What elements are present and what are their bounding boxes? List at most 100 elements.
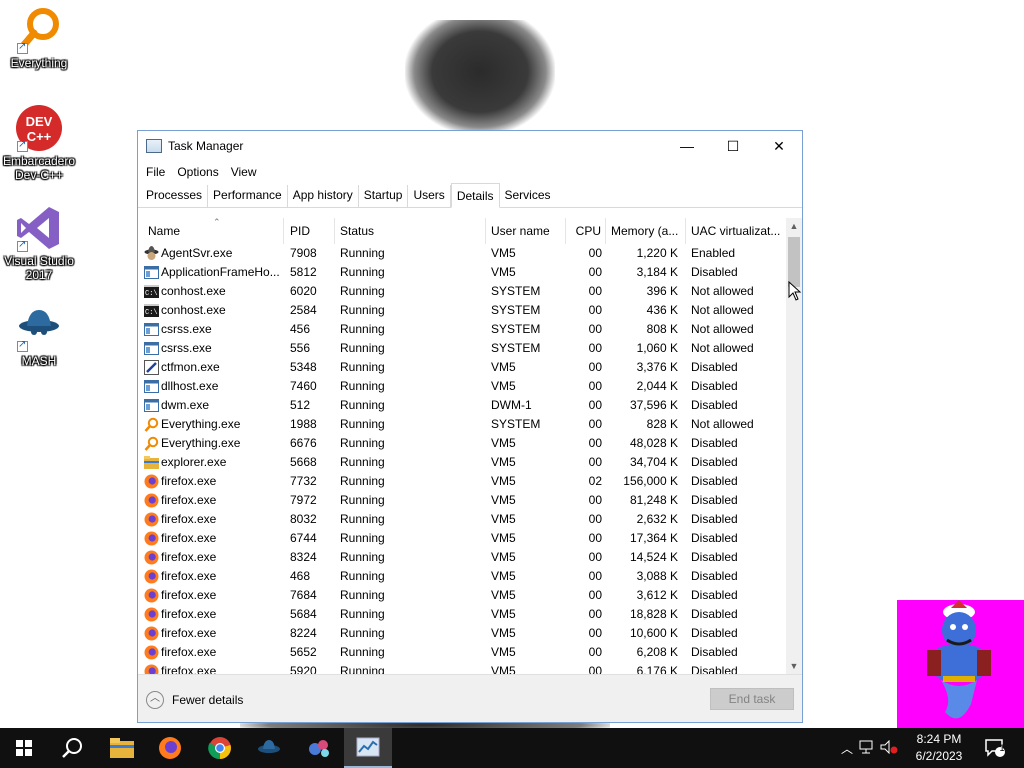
process-name: dwm.exe	[161, 398, 210, 412]
process-name: conhost.exe	[161, 303, 226, 317]
tab-app-history[interactable]: App history	[288, 185, 359, 207]
taskbar-task-manager[interactable]	[344, 728, 392, 768]
notification-center-button[interactable]: 1	[980, 728, 1010, 768]
process-row[interactable]: firefox.exe 8032 Running VM5 00 2,632 K Disabl…	[138, 510, 786, 529]
tab-users[interactable]: Users	[408, 185, 451, 207]
column-header-cpu[interactable]: CPU	[566, 218, 606, 244]
chrome-icon	[208, 737, 231, 760]
console-icon: C:\	[144, 284, 159, 299]
taskbar-devcpp[interactable]	[295, 728, 343, 768]
scroll-down-icon[interactable]: ▼	[786, 658, 802, 674]
process-row[interactable]: firefox.exe 468 Running VM5 00 3,088 K Disable…	[138, 567, 786, 586]
process-row[interactable]: firefox.exe 8224 Running VM5 00 10,600 K Disab…	[138, 624, 786, 643]
process-name: AgentSvr.exe	[161, 246, 233, 260]
desktop-icon-visual-studio[interactable]: Visual Studio 2017	[0, 204, 78, 282]
process-name: firefox.exe	[161, 645, 217, 659]
process-row[interactable]: C:\ conhost.exe 6020 Running SYSTEM 00 396 K No…	[138, 282, 786, 301]
process-row[interactable]: ApplicationFrameHo... 5812 Running VM5 00 3,1…	[138, 263, 786, 282]
firefox-icon	[144, 588, 159, 603]
process-status: Running	[340, 341, 385, 355]
close-button[interactable]: ✕	[756, 131, 802, 161]
process-row[interactable]: csrss.exe 556 Running SYSTEM 00 1,060 K Not al…	[138, 339, 786, 358]
process-cpu: 00	[588, 398, 602, 412]
tab-performance[interactable]: Performance	[208, 185, 288, 207]
process-user: VM5	[491, 512, 516, 526]
menu-view[interactable]: View	[225, 165, 263, 179]
svg-text:C++: C++	[27, 129, 52, 144]
process-user: VM5	[491, 455, 516, 469]
process-cpu: 00	[588, 455, 602, 469]
process-row[interactable]: firefox.exe 8324 Running VM5 00 14,524 K Disab…	[138, 548, 786, 567]
network-icon[interactable]	[856, 740, 878, 757]
column-header-memory[interactable]: Memory (a...	[606, 218, 686, 244]
taskbar-clock[interactable]: 8:24 PM 6/2/2023	[905, 731, 973, 765]
process-status: Running	[340, 417, 385, 431]
menu-options[interactable]: Options	[171, 165, 224, 179]
title-bar[interactable]: Task Manager — ☐ ✕	[138, 131, 802, 161]
desktop-icon-everything[interactable]: Everything	[0, 6, 78, 70]
process-row[interactable]: ctfmon.exe 5348 Running VM5 00 3,376 K Disable…	[138, 358, 786, 377]
desktop-icon-devcpp[interactable]: DEV C++ Embarcadero Dev-C++	[0, 104, 78, 182]
process-pid: 7732	[290, 474, 317, 488]
process-pid: 5348	[290, 360, 317, 374]
process-row[interactable]: dwm.exe 512 Running DWM-1 00 37,596 K Disabled	[138, 396, 786, 415]
tab-services[interactable]: Services	[500, 185, 556, 207]
process-mem: 828 K	[646, 417, 678, 431]
desktop-icon-mash[interactable]: MASH	[0, 304, 78, 368]
process-name: firefox.exe	[161, 664, 217, 674]
process-mem: 1,060 K	[636, 341, 678, 355]
taskbar-mash[interactable]	[245, 728, 293, 768]
window-app-icon	[144, 265, 159, 280]
volume-muted-icon[interactable]	[878, 739, 900, 757]
process-row[interactable]: firefox.exe 5920 Running VM5 00 6,176 K Disabl…	[138, 662, 786, 674]
process-row[interactable]: dllhost.exe 7460 Running VM5 00 2,044 K Disabl…	[138, 377, 786, 396]
process-row[interactable]: explorer.exe 5668 Running VM5 00 34,704 K Disa…	[138, 453, 786, 472]
process-user: VM5	[491, 550, 516, 564]
process-row[interactable]: AgentSvr.exe 7908 Running VM5 00 1,220 K Enabl…	[138, 244, 786, 263]
tab-startup[interactable]: Startup	[359, 185, 409, 207]
process-row[interactable]: csrss.exe 456 Running SYSTEM 00 808 K Not allo…	[138, 320, 786, 339]
menu-bar: File Options View	[138, 161, 802, 183]
taskbar-firefox[interactable]	[146, 728, 194, 768]
process-row[interactable]: firefox.exe 7732 Running VM5 02 156,000 K Disa…	[138, 472, 786, 491]
tab-details[interactable]: Details	[450, 183, 500, 208]
system-tray: ︿	[838, 728, 900, 768]
notification-count: 1	[999, 743, 1005, 753]
process-row[interactable]: firefox.exe 6744 Running VM5 00 17,364 K Disab…	[138, 529, 786, 548]
process-name: dllhost.exe	[161, 379, 219, 393]
mash-icon	[258, 740, 280, 753]
taskbar-chrome[interactable]	[196, 728, 244, 768]
maximize-button[interactable]: ☐	[710, 131, 756, 161]
end-task-button[interactable]: End task	[710, 688, 794, 710]
process-row[interactable]: Everything.exe 6676 Running VM5 00 48,028 K Di…	[138, 434, 786, 453]
process-row[interactable]: C:\ conhost.exe 2584 Running SYSTEM 00 436 K No…	[138, 301, 786, 320]
column-header-name[interactable]: ⌃ Name	[143, 218, 284, 244]
column-header-uac[interactable]: UAC virtualizat...	[686, 218, 786, 244]
column-header-status[interactable]: Status	[335, 218, 486, 244]
menu-file[interactable]: File	[140, 165, 171, 179]
process-mem: 17,364 K	[629, 531, 678, 545]
scrollbar-thumb[interactable]	[788, 237, 800, 287]
fewer-details-button[interactable]: ︿ Fewer details	[146, 691, 243, 709]
search-button[interactable]	[48, 728, 96, 768]
process-row[interactable]: firefox.exe 5684 Running VM5 00 18,828 K Disab…	[138, 605, 786, 624]
taskbar-file-explorer[interactable]	[98, 728, 146, 768]
process-uac: Disabled	[691, 379, 738, 393]
process-row[interactable]: firefox.exe 7684 Running VM5 00 3,612 K Disabl…	[138, 586, 786, 605]
process-mem: 1,220 K	[636, 246, 678, 260]
process-mem: 156,000 K	[623, 474, 678, 488]
process-uac: Disabled	[691, 550, 738, 564]
start-button[interactable]	[0, 728, 48, 768]
tab-processes[interactable]: Processes	[141, 185, 209, 207]
everything-icon	[144, 417, 159, 432]
process-row[interactable]: firefox.exe 5652 Running VM5 00 6,208 K Disabl…	[138, 643, 786, 662]
column-header-pid[interactable]: PID	[285, 218, 335, 244]
process-row[interactable]: firefox.exe 7972 Running VM5 00 81,248 K Disab…	[138, 491, 786, 510]
minimize-button[interactable]: —	[664, 131, 710, 161]
desktop-icon-label: MASH	[21, 354, 57, 368]
scroll-up-icon[interactable]: ▲	[786, 218, 802, 234]
process-mem: 396 K	[646, 284, 678, 298]
chevron-up-icon[interactable]: ︿	[838, 740, 856, 757]
process-row[interactable]: Everything.exe 1988 Running SYSTEM 00 828 K No…	[138, 415, 786, 434]
column-header-user-name[interactable]: User name	[486, 218, 566, 244]
